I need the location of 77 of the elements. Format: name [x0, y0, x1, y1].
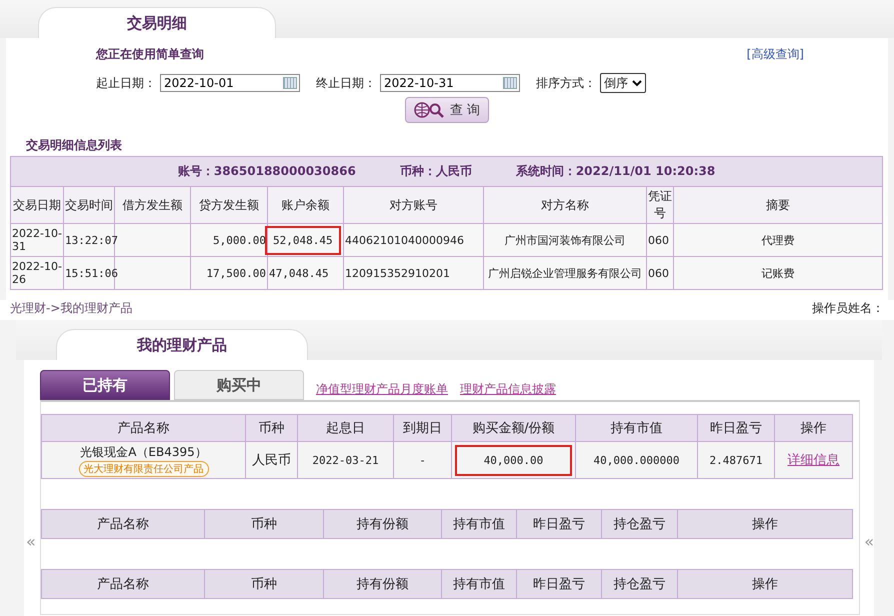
- column-header: 币种: [204, 510, 324, 538]
- table-cell: 40,000.00: [452, 442, 576, 478]
- link[interactable]: 净值型理财产品月度账单: [316, 381, 448, 398]
- column-header: 对方账号: [344, 186, 484, 224]
- table-cell: 5,000.00: [190, 224, 268, 256]
- table-cell: 17,500.00: [190, 256, 268, 290]
- table-cell: 44062101040000946: [344, 224, 484, 256]
- table-cell: 120915352910201: [344, 256, 484, 290]
- column-header: 昨日盈亏: [698, 414, 774, 442]
- table-cell: 记账费: [674, 256, 883, 290]
- column-header: 到期日: [394, 414, 452, 442]
- info-text: 币种：人民币: [400, 163, 472, 180]
- table-cell: 代理费: [674, 224, 883, 256]
- tab[interactable]: 购买中: [174, 370, 304, 400]
- column-header: 持有市值: [442, 510, 516, 538]
- table-cell: 52,048.45: [268, 224, 344, 256]
- table-cell: 47,048.45: [268, 256, 344, 290]
- column-header: 持有份额: [324, 570, 442, 598]
- column-header: 凭证号: [646, 186, 674, 224]
- calendar-icon[interactable]: [503, 77, 517, 89]
- operator-label: 操作员姓名：: [812, 300, 884, 317]
- info-text: 账号：38650188000030866: [178, 163, 356, 180]
- column-header: 操作: [774, 414, 852, 442]
- date-field[interactable]: 2022-10-01: [160, 74, 300, 92]
- date-field[interactable]: 2022-10-31: [380, 74, 520, 92]
- field-label: 起止日期：: [96, 74, 156, 92]
- field-label: 排序方式：: [536, 74, 596, 92]
- table-cell: 40,000.000000: [576, 442, 698, 478]
- table-cell: 2022-03-21: [298, 442, 394, 478]
- column-header: 贷方发生额: [190, 186, 268, 224]
- table-cell: 广州启锐企业管理服务有限公司: [484, 256, 646, 290]
- column-header: 交易时间: [64, 186, 114, 224]
- column-header: 昨日盈亏: [516, 570, 602, 598]
- list-title: 交易明细信息列表: [26, 137, 123, 154]
- query-mode-text: 您正在使用简单查询: [96, 46, 204, 63]
- breadcrumb-text: 光理财->我的理财产品: [10, 300, 132, 317]
- column-header: 持有市值: [576, 414, 698, 442]
- column-header: 购买金额/份额: [452, 414, 576, 442]
- column-header: 账户余额: [268, 186, 344, 224]
- column-header: 持有市值: [442, 570, 516, 598]
- chevron-down-icon: [632, 80, 642, 86]
- column-header: 操作: [678, 510, 852, 538]
- field-label: 终止日期：: [316, 74, 376, 92]
- column-header: 操作: [678, 570, 852, 598]
- column-header: 对方名称: [484, 186, 646, 224]
- table-cell: 2022-10-31: [10, 224, 64, 256]
- table-cell: -: [394, 442, 452, 478]
- column-header: 持仓盈亏: [602, 570, 678, 598]
- calendar-icon[interactable]: [283, 77, 297, 89]
- column-header: 起息日: [298, 414, 394, 442]
- table-cell: 060: [646, 224, 674, 256]
- issuer-tag: 光大理财有限责任公司产品: [78, 460, 208, 476]
- table-cell: 广州市国河装饰有限公司: [484, 224, 646, 256]
- column-header: 持有份额: [324, 510, 442, 538]
- table-cell: 2.487671: [698, 442, 774, 478]
- link[interactable]: 理财产品信息披露: [460, 381, 556, 398]
- column-header: 币种: [246, 414, 298, 442]
- advanced-query-link[interactable]: [高级查询]: [746, 46, 804, 63]
- column-header: 昨日盈亏: [516, 510, 602, 538]
- column-header: 产品名称: [42, 414, 246, 442]
- column-header: 产品名称: [42, 570, 204, 598]
- query-button[interactable]: 查 询: [404, 97, 490, 123]
- tab[interactable]: 已持有: [40, 370, 170, 400]
- table-cell: 060: [646, 256, 674, 290]
- sort-dropdown[interactable]: 倒序: [600, 73, 646, 93]
- column-header: 产品名称: [42, 510, 204, 538]
- column-header: 持仓盈亏: [602, 510, 678, 538]
- panel-title: 交易明细: [127, 14, 187, 32]
- panel-title: 我的理财产品: [137, 336, 227, 354]
- column-header: 借方发生额: [114, 186, 190, 224]
- info-text: 系统时间：2022/11/01 10:20:38: [516, 163, 716, 180]
- table-cell: 2022-10-26: [10, 256, 64, 290]
- table-cell: 人民币: [246, 442, 298, 478]
- column-header: 币种: [204, 570, 324, 598]
- column-header: 摘要: [674, 186, 883, 224]
- product-name: 光银现金A（EB4395）: [79, 444, 208, 460]
- column-header: 交易日期: [10, 186, 64, 224]
